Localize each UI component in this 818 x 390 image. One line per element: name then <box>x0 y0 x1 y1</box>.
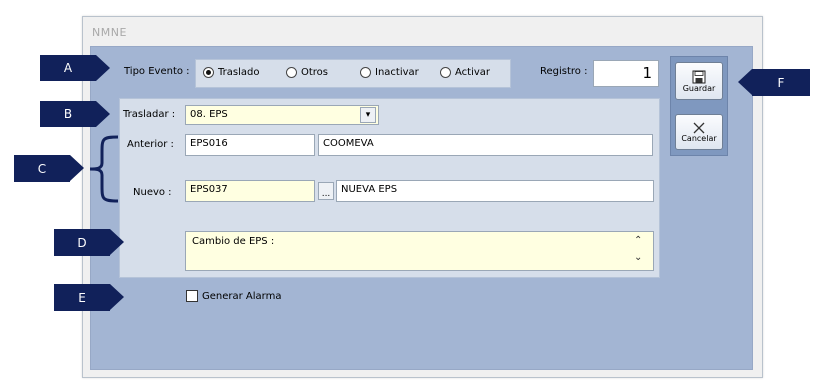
radio-traslado[interactable]: Traslado <box>203 67 259 78</box>
callout-b: B <box>40 101 96 127</box>
save-button[interactable]: Guardar <box>675 62 723 100</box>
scroll-down-icon[interactable]: ⌄ <box>634 252 642 263</box>
dropdown-chevron-icon[interactable]: ▾ <box>360 107 376 123</box>
callout-a: A <box>40 55 96 81</box>
radio-activar[interactable]: Activar <box>440 67 490 78</box>
cancel-x-icon <box>693 122 705 133</box>
generar-alarma-checkbox[interactable]: Generar Alarma <box>186 290 281 302</box>
registro-label: Registro : <box>540 66 588 77</box>
callout-f-arrow-icon <box>738 69 752 95</box>
trasladar-label: Trasladar : <box>123 109 176 120</box>
radio-activar-indicator <box>440 67 451 78</box>
notes-text: Cambio de EPS : <box>192 236 275 247</box>
callout-d-arrow-icon <box>110 229 124 255</box>
lookup-button[interactable]: ... <box>318 182 334 200</box>
nuevo-name-field[interactable]: NUEVA EPS <box>336 180 654 202</box>
nuevo-label: Nuevo : <box>133 187 172 198</box>
callout-c-bracket-icon <box>89 135 119 203</box>
scroll-up-icon[interactable]: ⌃ <box>634 235 642 246</box>
callout-b-arrow-icon <box>96 101 110 127</box>
callout-c: C <box>14 155 70 182</box>
cancel-button[interactable]: Cancelar <box>675 114 723 150</box>
callout-a-arrow-icon <box>96 55 110 81</box>
cancel-button-label: Cancelar <box>681 133 717 143</box>
radio-otros-indicator <box>286 67 297 78</box>
radio-otros-label: Otros <box>301 67 329 78</box>
radio-inactivar-label: Inactivar <box>375 67 419 78</box>
registro-field[interactable]: 1 <box>593 60 659 87</box>
radio-inactivar[interactable]: Inactivar <box>360 67 419 78</box>
radio-activar-label: Activar <box>455 67 491 78</box>
callout-e-arrow-icon <box>110 284 124 310</box>
callout-f: F <box>752 69 810 96</box>
floppy-disk-icon <box>692 70 706 83</box>
trasladar-select[interactable]: 08. EPS <box>185 105 379 125</box>
radio-otros[interactable]: Otros <box>286 67 328 78</box>
trasladar-select-value: 08. EPS <box>190 109 228 120</box>
radio-inactivar-indicator <box>360 67 371 78</box>
anterior-code-field[interactable]: EPS016 <box>185 134 315 156</box>
radio-traslado-indicator <box>203 67 214 78</box>
anterior-label: Anterior : <box>127 139 174 150</box>
nuevo-code-field[interactable]: EPS037 <box>185 180 315 202</box>
generar-alarma-label: Generar Alarma <box>202 290 282 302</box>
callout-e: E <box>54 284 110 311</box>
radio-traslado-label: Traslado <box>218 67 260 78</box>
window-title: NMNE <box>92 26 127 39</box>
notes-textarea[interactable]: Cambio de EPS : <box>185 231 654 271</box>
save-button-label: Guardar <box>682 83 716 93</box>
generar-alarma-box <box>186 290 198 302</box>
callout-d: D <box>54 229 110 256</box>
tipo-evento-label: Tipo Evento : <box>124 66 190 77</box>
anterior-name-field[interactable]: COOMEVA <box>318 134 653 156</box>
